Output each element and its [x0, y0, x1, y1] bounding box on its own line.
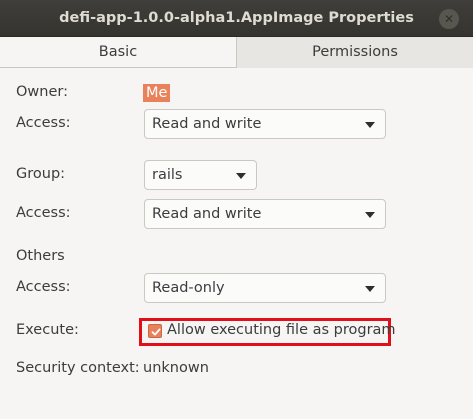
execute-label: Execute:: [16, 322, 79, 338]
group-label: Group:: [16, 166, 66, 182]
security-context-label: Security context:: [16, 360, 140, 376]
close-icon: ✕: [443, 12, 455, 26]
chevron-down-icon: [365, 286, 375, 292]
chevron-down-icon: [365, 122, 375, 128]
execute-checkbox[interactable]: [148, 324, 162, 338]
group-access-label: Access:: [16, 205, 71, 221]
checkmark-icon: [151, 328, 161, 336]
others-label: Others: [16, 248, 65, 264]
tab-permissions[interactable]: Permissions: [236, 37, 473, 68]
owner-access-value: Read and write: [152, 116, 262, 132]
chevron-down-icon: [236, 173, 246, 179]
group-value: rails: [152, 167, 183, 183]
tab-basic[interactable]: Basic: [0, 37, 236, 68]
close-button[interactable]: ✕: [439, 9, 459, 29]
chevron-down-icon: [365, 212, 375, 218]
group-dropdown[interactable]: rails: [144, 160, 257, 190]
window-title: defi-app-1.0.0-alpha1.AppImage Propertie…: [59, 10, 414, 26]
tab-bar: Basic Permissions: [0, 37, 473, 68]
owner-access-dropdown[interactable]: Read and write: [144, 109, 386, 139]
group-access-dropdown[interactable]: Read and write: [144, 199, 386, 229]
owner-access-label: Access:: [16, 115, 71, 131]
others-access-label: Access:: [16, 279, 71, 295]
others-access-value: Read-only: [152, 280, 225, 296]
group-access-value: Read and write: [152, 206, 262, 222]
owner-label: Owner:: [16, 84, 68, 100]
owner-value: Me: [143, 84, 171, 102]
execute-checkbox-label[interactable]: Allow executing file as program: [167, 322, 396, 338]
window-titlebar: defi-app-1.0.0-alpha1.AppImage Propertie…: [0, 0, 473, 37]
security-context-value: unknown: [143, 360, 209, 376]
others-access-dropdown[interactable]: Read-only: [144, 273, 386, 303]
